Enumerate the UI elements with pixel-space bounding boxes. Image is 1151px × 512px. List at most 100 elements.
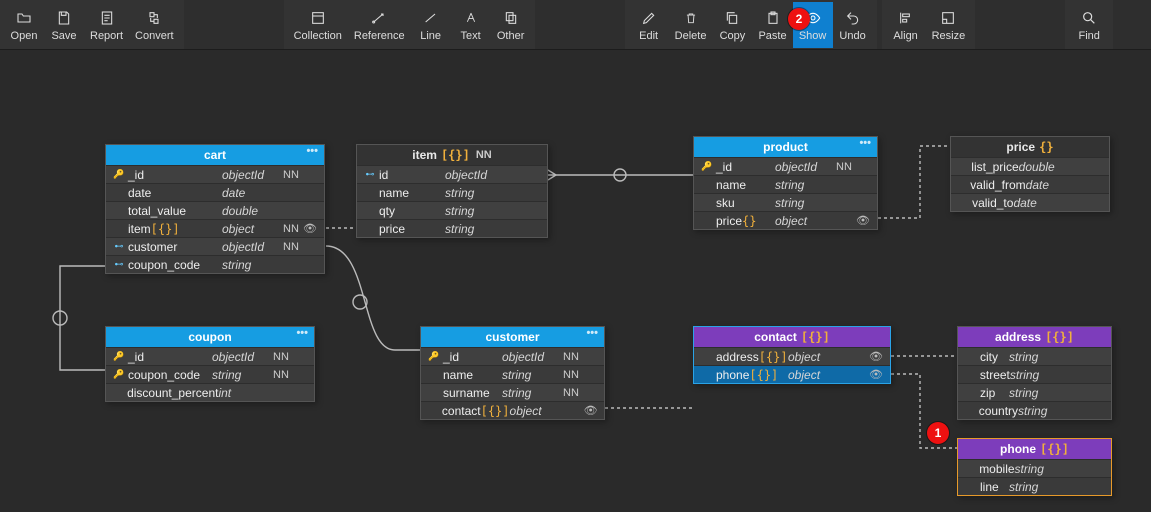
- field-type: objectId: [222, 240, 280, 254]
- undo-button[interactable]: Undo: [833, 2, 873, 48]
- field-name: street: [978, 368, 1010, 382]
- more-icon[interactable]: •••: [859, 137, 871, 149]
- field-row[interactable]: ⊷customerobjectIdNN: [106, 237, 324, 255]
- key-icon: 🔑: [112, 351, 126, 362]
- resize-button[interactable]: Resize: [926, 2, 972, 48]
- not-null-indicator: NN: [270, 369, 292, 381]
- field-row[interactable]: 🔑_idobjectIdNN: [106, 347, 314, 365]
- visibility-icon[interactable]: 👁: [583, 404, 598, 417]
- collection-button[interactable]: Collection: [288, 2, 348, 48]
- field-name: date: [126, 186, 222, 200]
- align-button[interactable]: Align: [886, 2, 926, 48]
- entity-address-header[interactable]: address[{}]: [958, 327, 1111, 347]
- field-row[interactable]: skustring: [694, 193, 877, 211]
- entity-item[interactable]: item[{}]NN⊷idobjectIdnamestringqtystring…: [356, 144, 548, 238]
- line-button[interactable]: Line: [411, 2, 451, 48]
- paste-button[interactable]: Paste: [752, 2, 792, 48]
- reference-button[interactable]: Reference: [348, 2, 411, 48]
- more-icon[interactable]: •••: [306, 145, 318, 157]
- field-type: object: [775, 214, 833, 228]
- tool-group-edit: EditDeleteCopyPasteShowUndo: [625, 0, 877, 49]
- field-row[interactable]: ⊷idobjectId: [357, 165, 547, 183]
- field-row[interactable]: 🔑_idobjectIdNN: [694, 157, 877, 175]
- more-icon[interactable]: •••: [296, 327, 308, 339]
- field-row[interactable]: countrystring: [958, 401, 1111, 419]
- text-icon: [464, 8, 478, 28]
- field-type: objectId: [502, 350, 560, 364]
- convert-button[interactable]: Convert: [129, 2, 180, 48]
- field-row[interactable]: surnamestringNN: [421, 383, 604, 401]
- field-row[interactable]: qtystring: [357, 201, 547, 219]
- visibility-icon[interactable]: 👁: [855, 214, 871, 227]
- field-type: string: [445, 204, 503, 218]
- entity-item-header[interactable]: item[{}]NN: [357, 145, 547, 165]
- entity-address[interactable]: address[{}]citystringstreetstringzipstri…: [957, 326, 1112, 420]
- field-type: date: [1013, 196, 1067, 210]
- field-row[interactable]: valid_fromdate: [951, 175, 1109, 193]
- not-null-indicator: NN: [560, 387, 582, 399]
- entity-price[interactable]: price{}list_pricedoublevalid_fromdateval…: [950, 136, 1110, 212]
- field-row[interactable]: phone[{}]object👁: [694, 365, 890, 383]
- entity-cart[interactable]: cart•••🔑_idobjectIdNNdatedatetotal_value…: [105, 144, 325, 274]
- field-type: object: [510, 404, 563, 418]
- entity-contact-header[interactable]: contact[{}]: [694, 327, 890, 347]
- field-row[interactable]: zipstring: [958, 383, 1111, 401]
- field-row[interactable]: total_valuedouble: [106, 201, 324, 219]
- field-row[interactable]: ⊷coupon_codestring: [106, 255, 324, 273]
- entity-product-header[interactable]: product•••: [694, 137, 877, 157]
- entity-customer-header[interactable]: customer•••: [421, 327, 604, 347]
- diagram-canvas[interactable]: cart•••🔑_idobjectIdNNdatedatetotal_value…: [0, 50, 1151, 512]
- field-row[interactable]: namestring: [694, 175, 877, 193]
- field-row[interactable]: address[{}]object👁: [694, 347, 890, 365]
- entity-phone[interactable]: phone[{}]mobilestringlinestring: [957, 438, 1112, 496]
- entity-contact[interactable]: contact[{}]address[{}]object👁phone[{}]ob…: [693, 326, 891, 384]
- more-icon[interactable]: •••: [586, 327, 598, 339]
- text-button[interactable]: Text: [451, 2, 491, 48]
- field-row[interactable]: mobilestring: [958, 459, 1111, 477]
- entity-coupon-header[interactable]: coupon•••: [106, 327, 314, 347]
- field-row[interactable]: namestring: [357, 183, 547, 201]
- delete-button[interactable]: Delete: [669, 2, 713, 48]
- field-row[interactable]: namestringNN: [421, 365, 604, 383]
- find-label: Find: [1079, 30, 1100, 42]
- field-row[interactable]: 🔑_idobjectIdNN: [421, 347, 604, 365]
- entity-cart-header[interactable]: cart•••: [106, 145, 324, 165]
- edit-button[interactable]: Edit: [629, 2, 669, 48]
- save-button[interactable]: Save: [44, 2, 84, 48]
- not-null-indicator: NN: [470, 149, 492, 161]
- entity-product[interactable]: product•••🔑_idobjectIdNNnamestringskustr…: [693, 136, 878, 230]
- find-button[interactable]: Find: [1069, 2, 1109, 48]
- entity-phone-header[interactable]: phone[{}]: [958, 439, 1111, 459]
- not-null-indicator: NN: [280, 241, 302, 253]
- field-row[interactable]: streetstring: [958, 365, 1111, 383]
- field-row[interactable]: linestring: [958, 477, 1111, 495]
- visibility-icon[interactable]: 👁: [868, 350, 884, 363]
- field-name: name: [441, 368, 502, 382]
- field-row[interactable]: contact[{}]object👁: [421, 401, 604, 419]
- field-row[interactable]: datedate: [106, 183, 324, 201]
- field-type: string: [445, 186, 503, 200]
- entity-price-header[interactable]: price{}: [951, 137, 1109, 157]
- report-button[interactable]: Report: [84, 2, 129, 48]
- field-row[interactable]: discount_percentint: [106, 383, 314, 401]
- entity-customer[interactable]: customer•••🔑_idobjectIdNNnamestringNNsur…: [420, 326, 605, 420]
- field-type: string: [1010, 368, 1067, 382]
- other-button[interactable]: Other: [491, 2, 531, 48]
- field-row[interactable]: 🔑coupon_codestringNN: [106, 365, 314, 383]
- field-name: phone[{}]: [714, 368, 788, 382]
- field-row[interactable]: price{}object👁: [694, 211, 877, 229]
- field-type: string: [775, 178, 833, 192]
- visibility-icon[interactable]: 👁: [302, 222, 318, 235]
- field-row[interactable]: pricestring: [357, 219, 547, 237]
- field-row[interactable]: item[{}]objectNN👁: [106, 219, 324, 237]
- field-row[interactable]: citystring: [958, 347, 1111, 365]
- field-row[interactable]: valid_todate: [951, 193, 1109, 211]
- copy-button[interactable]: Copy: [712, 2, 752, 48]
- visibility-icon[interactable]: 👁: [868, 368, 884, 381]
- key-icon: ⊷: [112, 241, 126, 252]
- field-row[interactable]: 🔑_idobjectIdNN: [106, 165, 324, 183]
- open-button[interactable]: Open: [4, 2, 44, 48]
- key-icon: 🔑: [427, 351, 441, 362]
- entity-coupon[interactable]: coupon•••🔑_idobjectIdNN🔑coupon_codestrin…: [105, 326, 315, 402]
- field-row[interactable]: list_pricedouble: [951, 157, 1109, 175]
